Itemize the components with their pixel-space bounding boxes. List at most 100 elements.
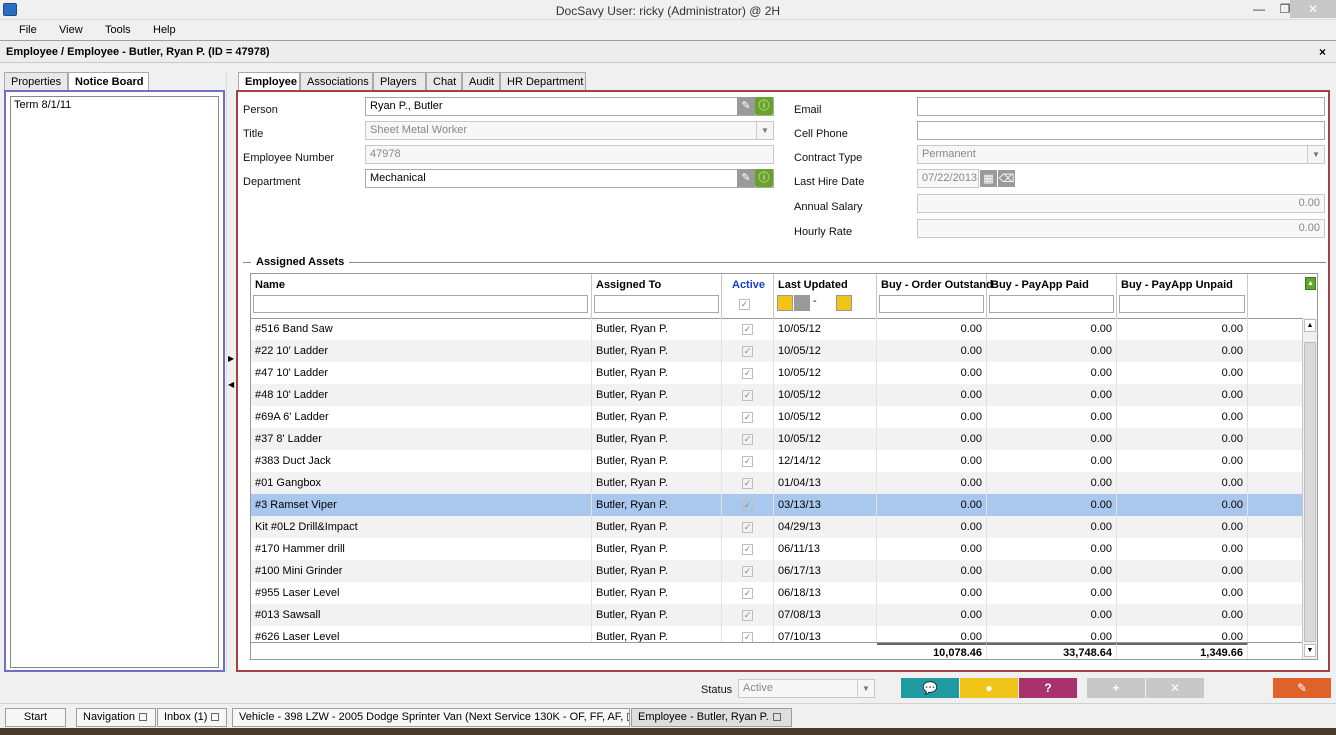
scroll-thumb[interactable]	[1304, 342, 1316, 642]
task-vehicle[interactable]: Vehicle - 398 LZW - 2005 Dodge Sprinter …	[232, 708, 630, 727]
menu-file[interactable]: File	[19, 21, 37, 36]
active-checkbox[interactable]: ✓	[742, 324, 753, 335]
table-row[interactable]: #01 Gangbox Butler, Ryan P. ✓ 01/04/13 0.00 0…	[251, 472, 1303, 494]
table-row[interactable]: #100 Mini Grinder Butler, Ryan P. ✓ 06/17/1…	[251, 560, 1303, 582]
last-hire-date-field[interactable]: 07/22/2013	[917, 169, 979, 188]
minimize-button[interactable]: —	[1246, 0, 1272, 18]
col-payapp-unpaid[interactable]: Buy - PayApp Unpaid	[1117, 274, 1248, 318]
comment-button[interactable]: ●	[960, 678, 1018, 698]
eraser-icon[interactable]: ⌫	[998, 170, 1015, 187]
start-button[interactable]: Start	[5, 708, 66, 727]
add-link-button[interactable]: +	[1087, 678, 1145, 698]
calendar-to-icon[interactable]	[836, 295, 852, 311]
active-checkbox[interactable]: ✓	[742, 390, 753, 401]
scroll-down-icon[interactable]: ▼	[1304, 644, 1316, 657]
chevron-down-icon[interactable]: ▼	[857, 680, 874, 697]
active-filter-checkbox[interactable]: ✓	[739, 299, 750, 310]
close-document-icon[interactable]: ×	[1319, 45, 1326, 59]
active-checkbox[interactable]: ✓	[742, 522, 753, 533]
task-navigation[interactable]: Navigation	[76, 708, 156, 727]
grid-scrollbar[interactable]: ▲ ▼	[1302, 318, 1317, 659]
col-last-updated[interactable]: Last Updated -	[774, 274, 877, 318]
table-row[interactable]: #48 10' Ladder Butler, Ryan P. ✓ 10/05/12 0.…	[251, 384, 1303, 406]
hourly-rate-field[interactable]: 0.00	[917, 219, 1325, 238]
employee-number-field[interactable]: 47978	[365, 145, 774, 164]
menu-view[interactable]: View	[59, 21, 83, 36]
table-row[interactable]: Kit #0L2 Drill&Impact Butler, Ryan P. ✓ 04/…	[251, 516, 1303, 538]
active-checkbox[interactable]: ✓	[742, 346, 753, 357]
cell-order-outstand: 0.00	[877, 340, 987, 362]
close-button[interactable]: ✕	[1290, 0, 1336, 18]
task-inbox[interactable]: Inbox (1)	[157, 708, 227, 727]
email-field[interactable]	[917, 97, 1325, 116]
edit-person-icon[interactable]: ✎	[737, 97, 755, 115]
status-select[interactable]: Active ▼	[738, 679, 875, 698]
help-button[interactable]: ?	[1019, 678, 1077, 698]
col-name[interactable]: Name	[251, 274, 592, 318]
table-row[interactable]: #37 8' Ladder Butler, Ryan P. ✓ 10/05/12 0.0…	[251, 428, 1303, 450]
edit-button[interactable]: ✎	[1273, 678, 1331, 698]
task-employee[interactable]: Employee - Butler, Ryan P.	[631, 708, 792, 727]
active-checkbox[interactable]: ✓	[742, 566, 753, 577]
notice-board-text[interactable]: Term 8/1/11	[10, 96, 219, 668]
col-assigned-to[interactable]: Assigned To	[592, 274, 722, 318]
cell-phone-field[interactable]	[917, 121, 1325, 140]
person-info-icon[interactable]: ⓘ	[755, 97, 773, 115]
tab-hr-department[interactable]: HR Department	[500, 72, 586, 91]
tab-audit[interactable]: Audit	[462, 72, 500, 91]
name-filter-input[interactable]	[253, 295, 588, 313]
annual-salary-field[interactable]: 0.00	[917, 194, 1325, 213]
person-field[interactable]: Ryan P., Butler	[365, 97, 774, 116]
menu-tools[interactable]: Tools	[105, 21, 131, 36]
table-row[interactable]: #47 10' Ladder Butler, Ryan P. ✓ 10/05/12 0.…	[251, 362, 1303, 384]
clear-from-icon[interactable]	[794, 295, 810, 311]
table-row[interactable]: #013 Sawsall Butler, Ryan P. ✓ 07/08/13 0.00…	[251, 604, 1303, 626]
tab-associations[interactable]: Associations	[300, 72, 373, 91]
table-row[interactable]: #22 10' Ladder Butler, Ryan P. ✓ 10/05/12 0.…	[251, 340, 1303, 362]
collapse-left-icon[interactable]: ◀	[228, 380, 234, 389]
active-checkbox[interactable]: ✓	[742, 412, 753, 423]
active-checkbox[interactable]: ✓	[742, 456, 753, 467]
scroll-up-icon[interactable]: ▲	[1304, 319, 1316, 332]
department-info-icon[interactable]: ⓘ	[755, 169, 773, 187]
table-row[interactable]: #516 Band Saw Butler, Ryan P. ✓ 10/05/12 0.0…	[251, 318, 1303, 340]
col-active[interactable]: Active ✓	[722, 274, 774, 318]
active-checkbox[interactable]: ✓	[742, 588, 753, 599]
department-field[interactable]: Mechanical	[365, 169, 774, 188]
table-row[interactable]: #955 Laser Level Butler, Ryan P. ✓ 06/18/13…	[251, 582, 1303, 604]
table-row[interactable]: #383 Duct Jack Butler, Ryan P. ✓ 12/14/12 0.…	[251, 450, 1303, 472]
payapp-paid-filter-input[interactable]	[989, 295, 1114, 313]
panel-splitter[interactable]: ▶ ◀	[226, 72, 234, 672]
table-row[interactable]: #69A 6' Ladder Butler, Ryan P. ✓ 10/05/12 0.…	[251, 406, 1303, 428]
expand-right-icon[interactable]: ▶	[228, 354, 234, 363]
calendar-icon[interactable]: ▦	[980, 170, 997, 187]
order-outstand-filter-input[interactable]	[879, 295, 984, 313]
tab-chat[interactable]: Chat	[426, 72, 462, 91]
payapp-unpaid-filter-input[interactable]	[1119, 295, 1245, 313]
chevron-down-icon[interactable]: ▼	[756, 122, 773, 139]
edit-department-icon[interactable]: ✎	[737, 169, 755, 187]
contract-type-select[interactable]: Permanent ▼	[917, 145, 1325, 164]
active-checkbox[interactable]: ✓	[742, 434, 753, 445]
table-row[interactable]: #3 Ramset Viper Butler, Ryan P. ✓ 03/13/13 0…	[251, 494, 1303, 516]
table-row[interactable]: #170 Hammer drill Butler, Ryan P. ✓ 06/11/1…	[251, 538, 1303, 560]
active-checkbox[interactable]: ✓	[742, 544, 753, 555]
tab-notice-board[interactable]: Notice Board	[68, 72, 149, 92]
assigned-to-filter-input[interactable]	[594, 295, 719, 313]
tab-players[interactable]: Players	[373, 72, 426, 91]
column-chooser-icon[interactable]: ▲	[1305, 277, 1316, 290]
calendar-from-icon[interactable]	[777, 295, 793, 311]
active-checkbox[interactable]: ✓	[742, 368, 753, 379]
menu-help[interactable]: Help	[153, 21, 176, 36]
col-payapp-paid[interactable]: Buy - PayApp Paid	[987, 274, 1117, 318]
title-select[interactable]: Sheet Metal Worker ▼	[365, 121, 774, 140]
active-checkbox[interactable]: ✓	[742, 478, 753, 489]
chat-button[interactable]: 💬	[901, 678, 959, 698]
tab-employee[interactable]: Employee	[238, 72, 300, 92]
col-buy-order-outstand[interactable]: Buy - Order Outstand	[877, 274, 993, 318]
active-checkbox[interactable]: ✓	[742, 500, 753, 511]
tab-properties[interactable]: Properties	[4, 72, 68, 91]
chevron-down-icon[interactable]: ▼	[1307, 146, 1324, 163]
remove-link-button[interactable]: ✕	[1146, 678, 1204, 698]
active-checkbox[interactable]: ✓	[742, 610, 753, 621]
